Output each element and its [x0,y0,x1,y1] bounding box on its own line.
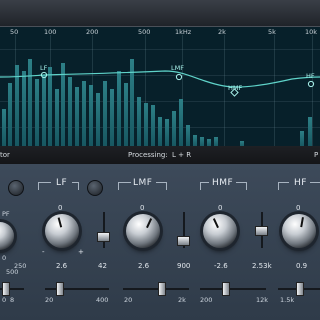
lmf-bracket-left [118,182,131,190]
hmf-freq-slider-track[interactable] [200,288,266,290]
hmf-gain-max: 0 [218,204,223,212]
lf-freq-max: 400 [96,296,109,304]
hmf-freq-slider-cap[interactable] [222,282,230,296]
node-label-lmf: LMF [171,64,184,72]
lf-gain-knob[interactable] [45,214,79,248]
node-label-lf: LF [40,64,48,72]
hmf-freq-max: 12k [256,296,269,304]
hmf-bracket-right [236,182,247,190]
lmf-gain-knob[interactable] [126,214,160,248]
hf-bracket-left [278,182,289,190]
partial-h-slider-cap[interactable] [2,282,10,296]
processing-label: Processing: [128,151,168,159]
band-enable-toggle[interactable] [8,180,24,196]
partial-bl2: 8 [10,296,15,304]
lf-title: LF [56,178,68,188]
top-toolbar [0,0,320,26]
hf-gain-knob[interactable] [282,214,316,248]
partial-bottom: 500 [6,268,19,276]
lmf-gain-max: 0 [140,204,145,212]
lf-q-fader-cap[interactable] [97,232,110,242]
lf-q-fader-track[interactable] [103,212,105,248]
hmf-gain-value: -2.6 [214,262,228,270]
status-bar: tor Processing: L + R P [0,146,320,165]
lf-freq-slider-track[interactable] [45,288,109,290]
hf-title: HF [294,178,307,188]
lmf-freq-value: 900 [177,262,191,270]
hmf-freq-min: 200 [200,296,213,304]
lmf-q-fader-cap[interactable] [177,236,190,246]
lf-bracket-right [72,182,79,190]
hf-bracket-right [310,182,320,190]
hf-gain-value: 0.9 [296,262,308,270]
lmf-freq-max: 2k [178,296,186,304]
status-right-text: P [314,151,319,159]
status-left-text: tor [0,151,10,159]
lmf-freq-min: 20 [124,296,133,304]
lf-gain-value: 2.6 [56,262,68,270]
node-label-hmf: HMF [228,84,243,92]
partial-bl: 0 [2,296,7,304]
hmf-freq-value: 2.53k [252,262,272,270]
hmf-title: HMF [212,178,234,188]
lf-freq-min: 20 [45,296,54,304]
hf-freq-slider-cap[interactable] [296,282,304,296]
lf-gain-minus: - [42,248,45,256]
lf-enable-toggle[interactable] [87,180,103,196]
lf-gain-max: 0 [58,204,63,212]
lmf-title: LMF [133,178,153,188]
hf-freq-min: 1.5k [280,296,295,304]
eq-display[interactable]: 50 100 200 500 1kHz 2k 5k 10k LF LMF HMF… [0,26,320,147]
lf-freq-slider-cap[interactable] [56,282,64,296]
partial-low: 0 [2,254,7,262]
eq-curve [0,70,320,97]
lf-gain-plus: + [78,248,84,256]
hmf-gain-knob[interactable] [203,214,237,248]
hmf-q-fader-cap[interactable] [255,226,268,236]
lf-bracket-left [38,182,51,190]
lmf-freq-slider-cap[interactable] [158,282,166,296]
partial-label: PF [2,210,10,218]
hmf-bracket-left [200,182,209,190]
hf-gain-max: 0 [296,204,301,212]
node-label-hf: HF [306,72,315,80]
processing-value[interactable]: L + R [172,151,191,159]
lmf-freq-slider-track[interactable] [123,288,189,290]
lmf-bracket-right [156,182,167,190]
lf-freq-value: 42 [98,262,107,270]
lmf-gain-value: 2.6 [138,262,150,270]
